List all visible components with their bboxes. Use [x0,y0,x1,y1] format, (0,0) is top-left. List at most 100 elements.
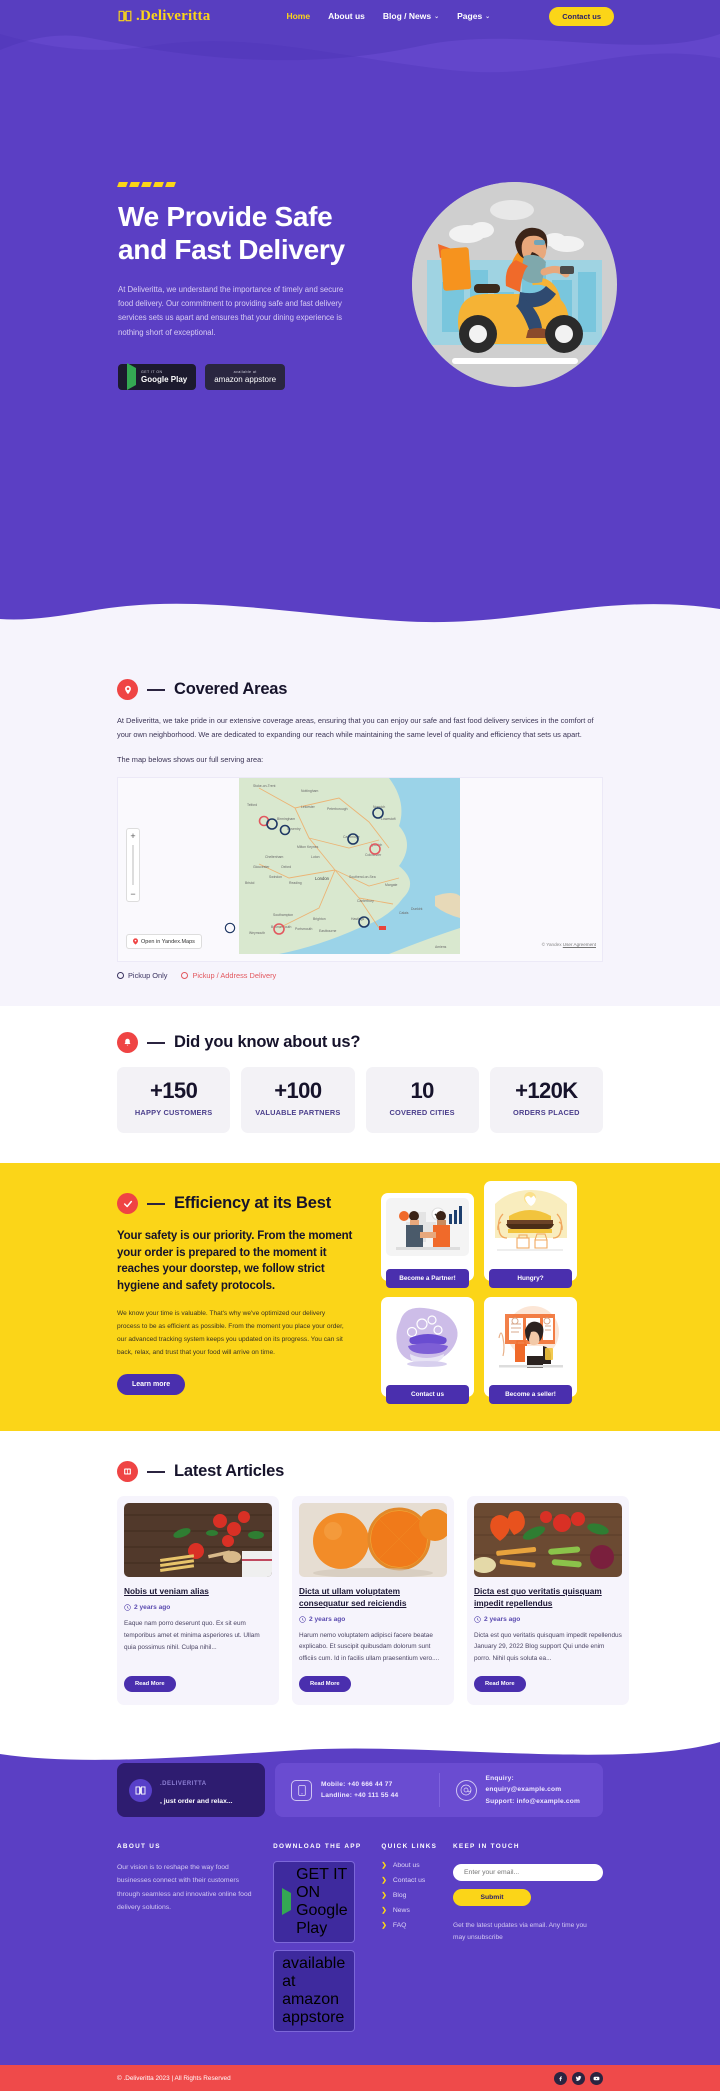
zoom-slider-track[interactable] [132,845,134,886]
legend-label: Pickup Only [128,971,168,981]
footer-newsletter-heading: KEEP IN TOUCH [453,1843,520,1851]
handshake-illustration [386,1198,469,1257]
learn-more-button[interactable]: Learn more [117,1374,186,1396]
chevron-right-icon: ❯ [381,1922,387,1930]
newsletter-email-input[interactable] [453,1864,603,1882]
google-play-icon [127,363,136,391]
decorative-dashes [117,182,368,187]
footer-about-heading: ABOUT US [117,1843,161,1851]
bell-icon [117,1032,138,1054]
badge-large-text: amazon appstore [282,1991,345,2027]
article-card: Nobis ut veniam alias 2 years ago Eaque … [117,1496,279,1706]
delivery-scooter-illustration [412,182,617,387]
read-more-button[interactable]: Read More [124,1676,176,1693]
efficiency-text-block: Efficiency at its Best Your safety is ou… [117,1193,367,1397]
hero-subtitle: At Deliveritta, we understand the import… [118,284,344,337]
footer-link-about[interactable]: ❯ About us [381,1861,453,1870]
chevron-right-icon: ❯ [381,1862,387,1870]
footer-about-column: ABOUT US Our vision is to reshape the wa… [117,1843,273,2039]
footer-phone-cell: Mobile: +40 666 44 77 Landline: +40 111 … [275,1779,439,1802]
svg-text:Milton Keynes: Milton Keynes [297,845,319,849]
efficiency-section: Efficiency at its Best Your safety is ou… [0,1163,720,1432]
divider-line [147,1041,165,1044]
twitter-icon[interactable] [572,2071,585,2085]
footer-download-column: DOWNLOAD THE APP GET IT ON Google Play a… [273,1843,381,2039]
footer-amazon-appstore-badge[interactable]: available at amazon appstore [273,1950,356,2033]
nav-link-home[interactable]: Home [286,11,310,21]
youtube-icon[interactable] [590,2071,603,2085]
footer-landline: Landline: +40 111 55 44 [321,1792,399,1800]
svg-text:Luton: Luton [311,855,320,859]
open-in-yandex-maps-button[interactable]: Open in Yandex.Maps [126,934,202,950]
svg-text:Weymouth: Weymouth [249,931,265,935]
svg-text:Eastbourne: Eastbourne [319,929,336,933]
phone-icon [291,1779,312,1801]
badge-small-text: GET IT ON [296,1866,348,1902]
become-a-partner-button[interactable]: Become a Partner! [386,1269,469,1289]
svg-text:London: London [315,876,330,881]
coverage-map[interactable]: + − Stoke-on-Trent Nottingham Telford Le… [117,777,603,963]
app-store-badges: GET IT ON Google Play available at amazo… [118,363,368,391]
read-more-button[interactable]: Read More [299,1676,351,1693]
promo-column-left: Become a Partner! Contact us [381,1193,474,1405]
contact-us-button[interactable]: Contact us [549,6,614,26]
hungry-button[interactable]: Hungry? [489,1269,572,1289]
landing-page: .Deliveritta Home About us Blog / News ⌄ … [0,0,720,2091]
chevron-right-icon: ❯ [381,1907,387,1915]
article-cards: Nobis ut veniam alias 2 years ago Eaque … [117,1496,629,1706]
brand-logo[interactable]: .Deliveritta [118,8,210,25]
map-marker-outline-icon [224,923,236,934]
hero-text-block: We Provide Safe and Fast Delivery At Del… [117,182,368,391]
nav-link-pages[interactable]: Pages ⌄ [457,11,490,21]
article-title[interactable]: Nobis ut veniam alias [124,1586,272,1598]
stat-card: 10 COVERED CITIES [365,1067,479,1134]
zoom-out-button[interactable]: − [127,887,139,901]
nav-link-blog[interactable]: Blog / News ⌄ [383,11,439,21]
badge-small-text: available at [282,1955,346,1991]
read-more-button[interactable]: Read More [474,1676,526,1693]
legend-pickup-only[interactable]: Pickup Only [117,971,167,980]
amazon-appstore-badge[interactable]: available at amazon appstore [205,364,286,391]
articles-header: Latest Articles [117,1461,603,1483]
check-circle-icon [117,1193,138,1215]
footer-link-contact[interactable]: ❯ Contact us [381,1876,453,1885]
user-agreement-link[interactable]: User Agreement [563,942,596,947]
svg-text:Canterbury: Canterbury [357,899,374,903]
badge-large-text: Google Play [296,1902,348,1938]
svg-text:Amiens: Amiens [435,945,447,949]
become-a-seller-button[interactable]: Become a seller! [489,1385,572,1405]
promo-card-contact: Contact us [381,1297,474,1405]
article-excerpt: Eaque nam porro deserunt quo. Ex sit eum… [124,1619,260,1651]
google-play-badge[interactable]: GET IT ON Google Play [118,363,197,391]
section-title: Latest Articles [174,1462,285,1481]
facebook-icon[interactable] [554,2071,567,2085]
legend-marker-icon [117,972,124,980]
svg-text:Oxford: Oxford [281,865,291,869]
divider-line [147,1202,165,1205]
stat-number: +120K [515,1078,578,1104]
nav-link-about[interactable]: About us [328,11,365,21]
article-date: 2 years ago [484,1615,521,1623]
food-bowl-illustration [386,1302,469,1373]
map-zoom-control[interactable]: + − [126,828,140,903]
badge-large-text: amazon appstore [214,374,277,384]
footer-about-text: Our vision is to reshape the way food bu… [117,1864,252,1911]
article-date: 2 years ago [134,1603,171,1611]
nav-label: About us [328,11,365,21]
chevron-down-icon: ⌄ [434,13,440,20]
contact-us-promo-button[interactable]: Contact us [386,1385,469,1405]
location-pin-icon [117,679,138,700]
article-title[interactable]: Dicta est quo veritatis quisquam impedit… [474,1586,622,1610]
map-tiles[interactable]: Stoke-on-Trent Nottingham Telford Leiceste… [239,778,460,955]
newsletter-submit-button[interactable]: Submit [453,1889,531,1907]
zoom-in-button[interactable]: + [127,829,139,843]
footer-link-blog[interactable]: ❯ Blog [381,1891,453,1900]
footer-link-news[interactable]: ❯ News [381,1906,453,1915]
footer-contact-info: Mobile: +40 666 44 77 Landline: +40 111 … [275,1763,603,1818]
article-title[interactable]: Dicta ut ullam voluptatem consequatur se… [299,1586,447,1610]
footer-link-faq[interactable]: ❯ FAQ [381,1921,453,1930]
footer-google-play-badge[interactable]: GET IT ON Google Play [273,1861,356,1944]
legend-pickup-delivery[interactable]: Pickup / Address Delivery [181,971,276,980]
link-label: About us [392,1861,420,1869]
hero-illustration [412,182,617,387]
